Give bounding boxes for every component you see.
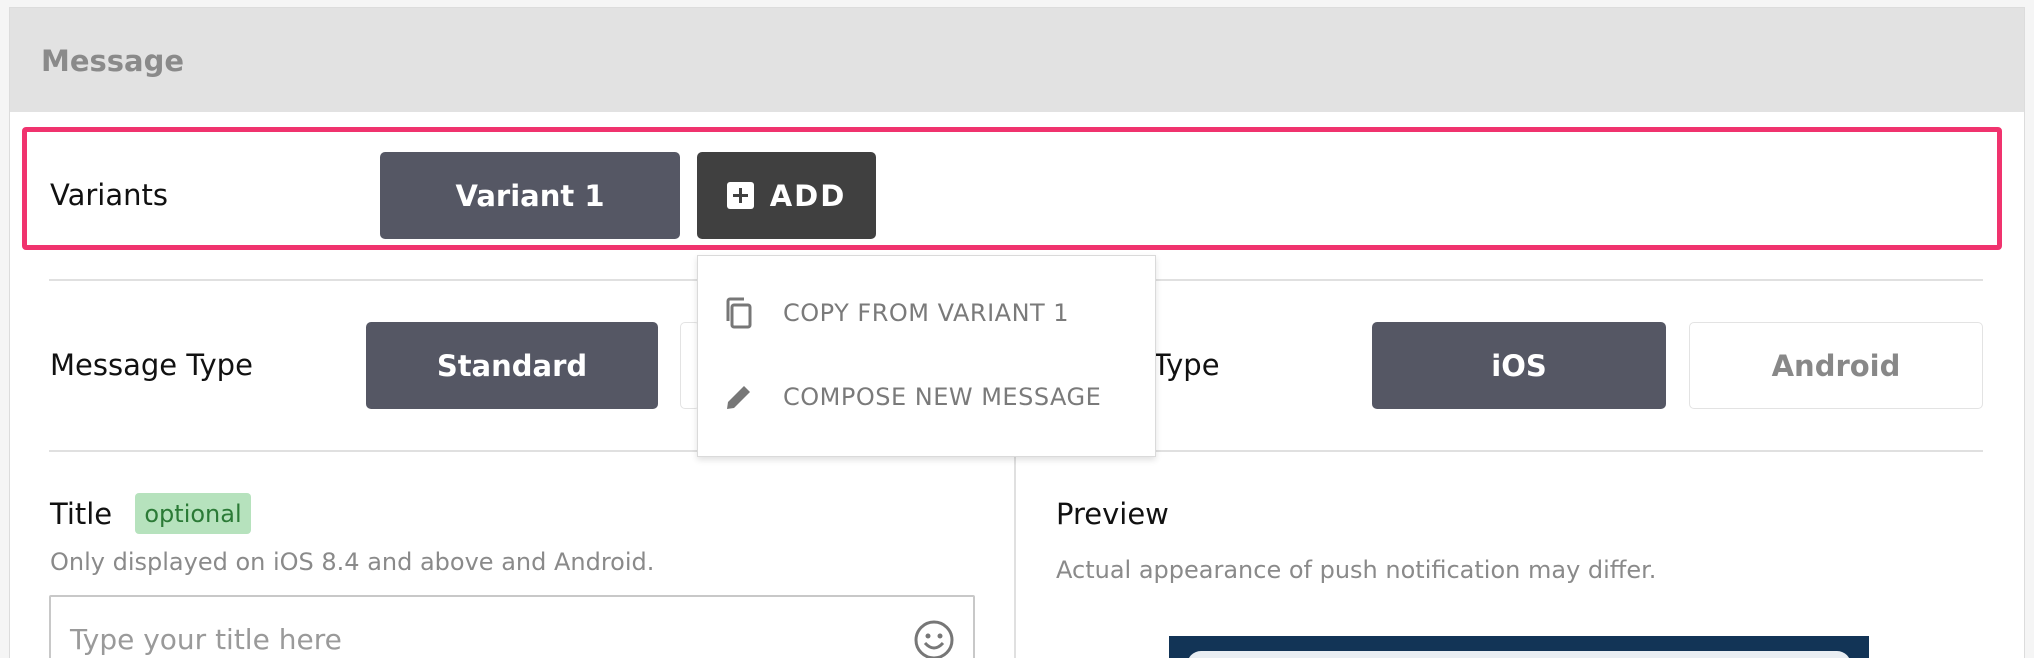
copy-from-variant-menu-item[interactable]: COPY FROM VARIANT 1 (697, 271, 1156, 355)
notification-preview (1169, 636, 1869, 658)
panel-title: Message (41, 44, 185, 78)
emoji-icon[interactable] (913, 619, 955, 658)
compose-new-message-label: COMPOSE NEW MESSAGE (783, 383, 1102, 411)
column-divider (1014, 451, 1016, 658)
copy-icon (726, 297, 752, 329)
message-type-standard-button[interactable]: Standard (366, 322, 658, 409)
pencil-icon (727, 383, 753, 409)
title-placeholder: Type your title here (70, 623, 342, 656)
preview-label: Preview (1056, 497, 1169, 531)
title-helper-text: Only displayed on iOS 8.4 and above and … (50, 548, 655, 576)
message-type-label: Message Type (50, 348, 253, 382)
preview-ios-button[interactable]: iOS (1372, 322, 1666, 409)
title-label: Title (50, 497, 113, 531)
preview-android-button[interactable]: Android (1689, 322, 1983, 409)
optional-badge: optional (135, 493, 251, 534)
variants-highlight (22, 127, 2002, 250)
notification-preview-card (1187, 651, 1851, 658)
panel-header: Message (10, 8, 2024, 112)
compose-new-message-menu-item[interactable]: COMPOSE NEW MESSAGE (697, 355, 1156, 439)
preview-helper-text: Actual appearance of push notification m… (1056, 556, 1657, 584)
copy-from-variant-label: COPY FROM VARIANT 1 (783, 299, 1070, 327)
title-input[interactable]: Type your title here (49, 595, 975, 658)
